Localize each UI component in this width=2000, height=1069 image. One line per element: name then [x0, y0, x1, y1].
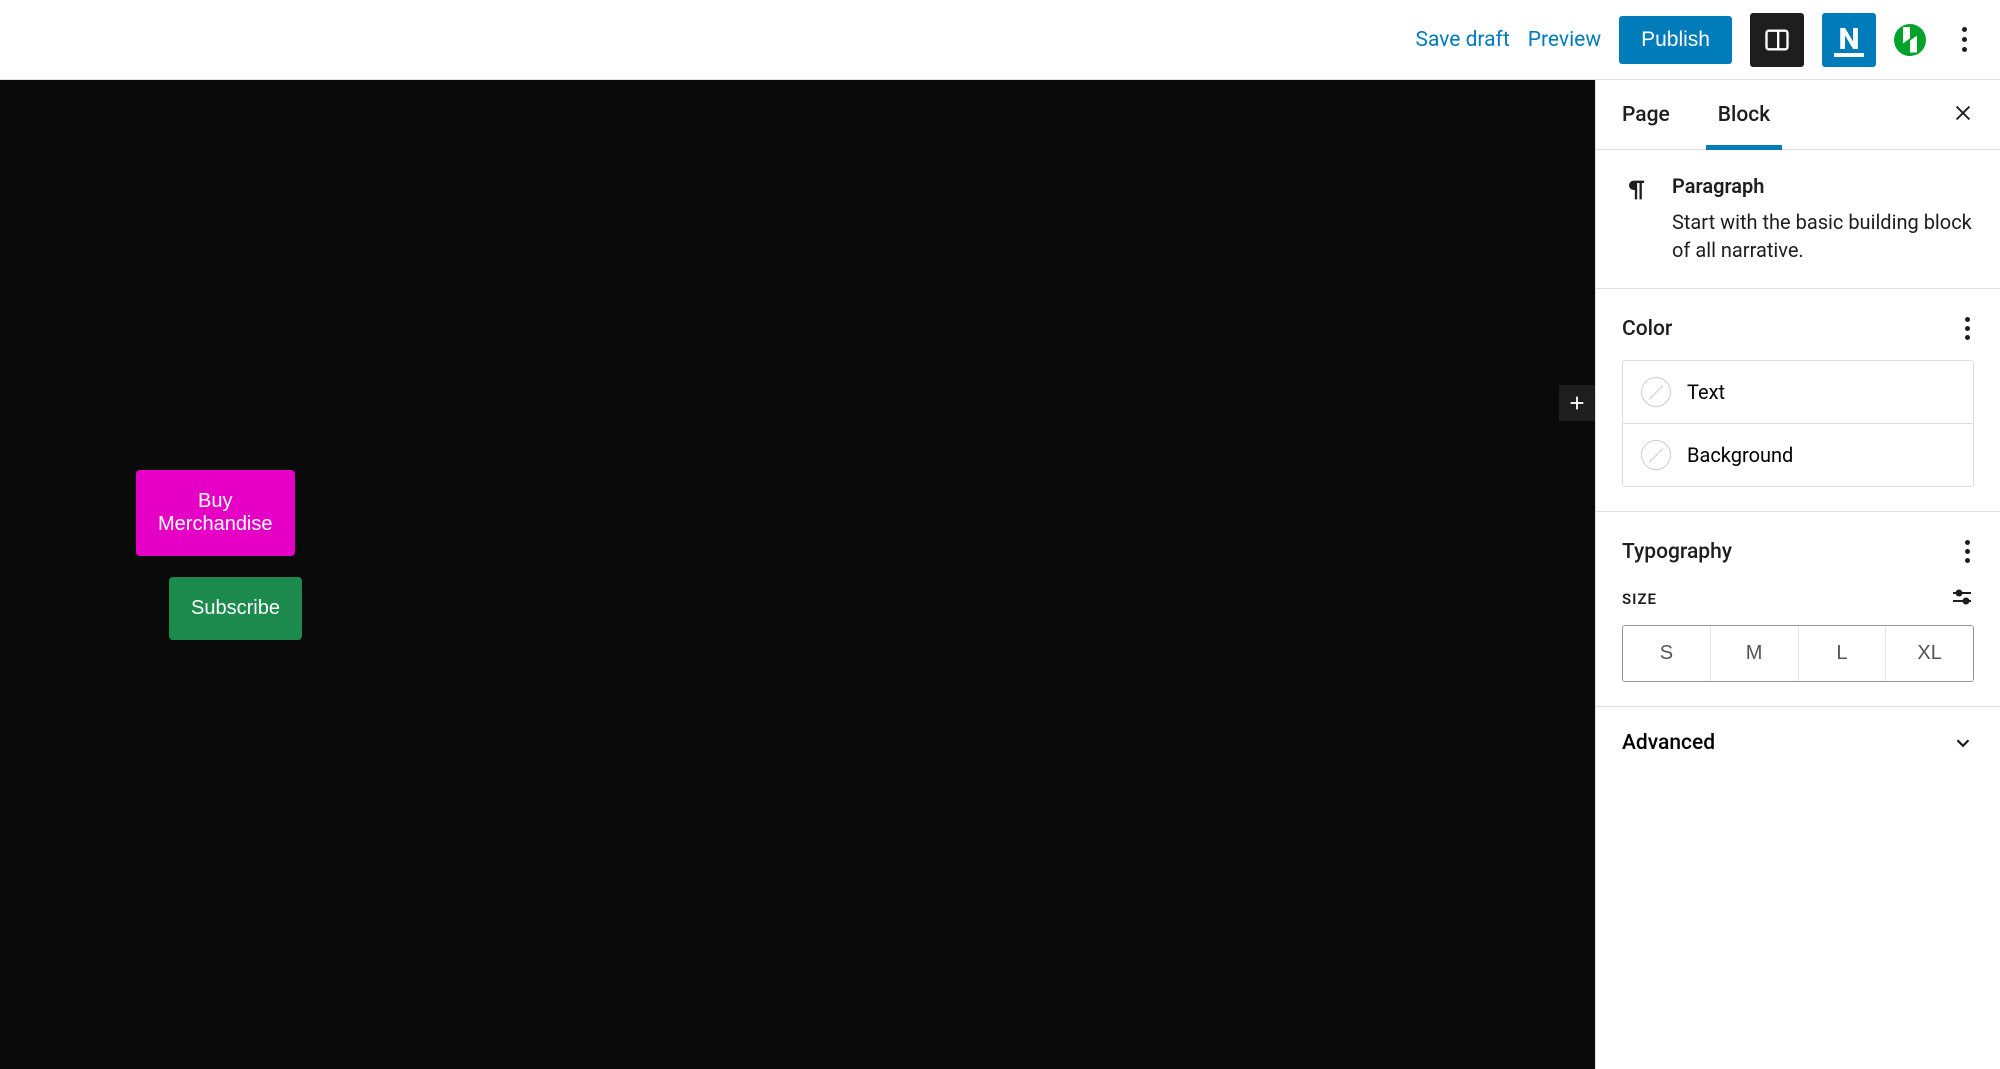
- canvas-wrap: Buy Merchandise Subscribe: [0, 80, 1595, 1069]
- tab-page[interactable]: Page: [1622, 81, 1670, 149]
- sliders-icon: [1950, 585, 1974, 609]
- typography-section-title: Typography: [1622, 540, 1732, 564]
- block-name: Paragraph: [1672, 174, 1974, 198]
- block-info-section: Paragraph Start with the basic building …: [1596, 150, 2000, 289]
- block-button-subscribe[interactable]: Subscribe: [169, 577, 302, 640]
- empty-swatch-icon: [1641, 440, 1671, 470]
- preview-link[interactable]: Preview: [1528, 28, 1601, 52]
- settings-sidebar-toggle[interactable]: [1750, 13, 1804, 67]
- color-background-label: Background: [1687, 443, 1793, 467]
- save-draft-link[interactable]: Save draft: [1415, 28, 1509, 52]
- typography-options-button[interactable]: [1961, 536, 1974, 567]
- typography-section: Typography SIZE S M L XL: [1596, 512, 2000, 707]
- plugin-n-button[interactable]: N: [1822, 13, 1876, 67]
- size-option-xl[interactable]: XL: [1885, 626, 1973, 681]
- size-option-m[interactable]: M: [1710, 626, 1798, 681]
- settings-sidebar: Page Block Paragraph Start with the basi…: [1595, 80, 2000, 1069]
- color-section-title: Color: [1622, 317, 1672, 341]
- close-icon: [1952, 102, 1974, 124]
- close-sidebar-button[interactable]: [1952, 102, 1974, 128]
- size-option-l[interactable]: L: [1798, 626, 1886, 681]
- advanced-panel-toggle[interactable]: Advanced: [1596, 707, 2000, 779]
- color-section: Color Text Background: [1596, 289, 2000, 512]
- tab-block[interactable]: Block: [1718, 81, 1770, 149]
- letter-n-icon: N: [1838, 25, 1859, 55]
- more-options-button[interactable]: [1944, 20, 1984, 60]
- color-background-row[interactable]: Background: [1623, 423, 1973, 486]
- editor-main: Buy Merchandise Subscribe Page Block Par…: [0, 80, 2000, 1069]
- editor-canvas[interactable]: Buy Merchandise Subscribe: [0, 80, 1595, 1069]
- chevron-down-icon: [1952, 732, 1974, 754]
- custom-size-toggle[interactable]: [1950, 585, 1974, 613]
- size-label: SIZE: [1622, 590, 1657, 608]
- paragraph-icon: [1622, 176, 1650, 204]
- color-text-row[interactable]: Text: [1623, 361, 1973, 423]
- jetpack-icon[interactable]: [1894, 24, 1926, 56]
- add-block-button[interactable]: [1559, 385, 1595, 421]
- advanced-label: Advanced: [1622, 731, 1715, 755]
- editor-topbar: Save draft Preview Publish N: [0, 0, 2000, 80]
- color-text-label: Text: [1687, 380, 1725, 404]
- plus-icon: [1566, 392, 1588, 414]
- color-options-button[interactable]: [1961, 313, 1974, 344]
- sidebar-tabs: Page Block: [1596, 80, 2000, 150]
- size-option-s[interactable]: S: [1623, 626, 1710, 681]
- size-segmented-control: S M L XL: [1622, 625, 1974, 682]
- block-button-buy-merchandise[interactable]: Buy Merchandise: [136, 470, 295, 556]
- block-description: Start with the basic building block of a…: [1672, 208, 1974, 264]
- empty-swatch-icon: [1641, 377, 1671, 407]
- publish-button[interactable]: Publish: [1619, 16, 1732, 64]
- sidebar-panel-icon: [1763, 26, 1791, 54]
